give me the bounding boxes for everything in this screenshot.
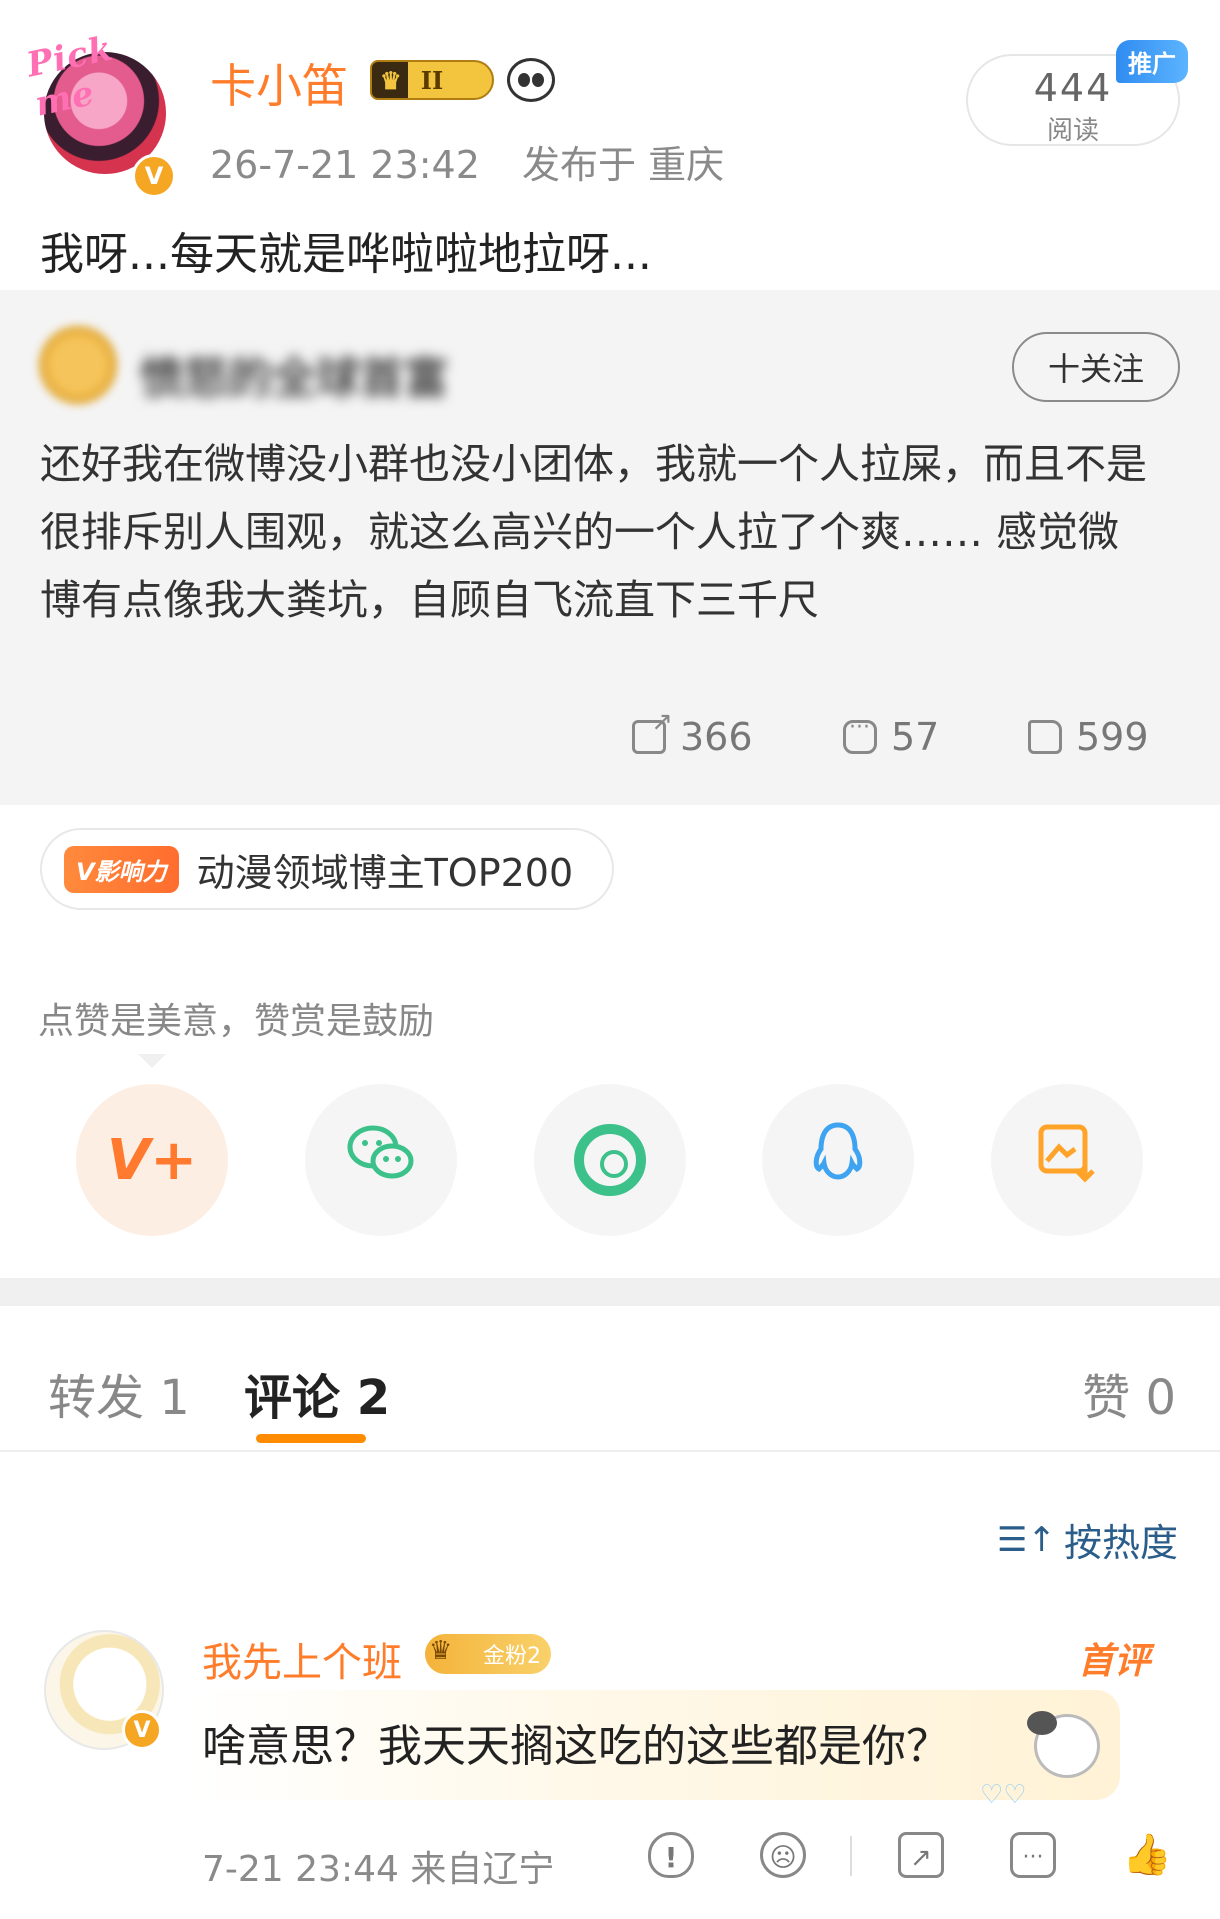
first-comment-tag: 首评 xyxy=(1077,1641,1150,1682)
thumbs-up-icon: 👍 xyxy=(1122,1832,1172,1878)
fan-badge-text: 金粉2 xyxy=(483,1644,541,1669)
dislike-button[interactable]: ☹ xyxy=(760,1832,806,1878)
panda-icon xyxy=(507,58,555,102)
promote-badge[interactable]: 推广 xyxy=(1116,40,1188,83)
wechat-icon xyxy=(346,1123,416,1197)
crown-icon: ♛ xyxy=(380,66,402,95)
quoted-post[interactable]: 愤怒的全球首富 十关注 还好我在微博没小群也没小团体，我就一个人拉屎，而且不是很… xyxy=(0,290,1220,805)
quoted-like-count: 599 xyxy=(1076,715,1149,759)
tab-comments[interactable]: 评论 2 xyxy=(244,1358,390,1428)
read-count-box[interactable]: 444 阅读 推广 xyxy=(966,40,1188,146)
v-influence-badge: V影响力 xyxy=(64,845,179,893)
post-header: Pick me V 卡小笛 ♛ II 26-7-21 23:42 发布于 重庆 … xyxy=(0,0,1220,290)
share-wechat-button[interactable] xyxy=(305,1084,457,1236)
share-moments-button[interactable] xyxy=(534,1084,686,1236)
influence-chip[interactable]: V影响力 动漫领域博主TOP200 xyxy=(40,828,614,910)
active-tab-indicator xyxy=(256,1434,366,1443)
comment-meta: 7-21 23:44 来自辽宁 xyxy=(202,1849,555,1890)
share-icon: ↗ xyxy=(910,1843,932,1873)
detail-tabs: 转发 1 评论 2 赞 0 xyxy=(0,1306,1220,1452)
quoted-comment-count: 57 xyxy=(891,715,940,759)
comment-icon: ··· xyxy=(1022,1845,1044,1870)
comment-like-button[interactable]: 👍 xyxy=(1122,1832,1172,1878)
fan-badge-icon: ♛ xyxy=(429,1636,453,1666)
author-avatar[interactable]: Pick me V xyxy=(23,28,180,198)
gold-fan-badge[interactable]: ♛ 金粉2 xyxy=(425,1634,551,1674)
bubble-sticker: ♡♡ xyxy=(980,1711,1100,1810)
comment-reply-button[interactable]: ··· xyxy=(1010,1832,1056,1878)
quoted-share-button[interactable]: 366 xyxy=(632,707,753,759)
quoted-post-text: 还好我在微博没小群也没小团体，我就一个人拉屎，而且不是很排斥别人围观，就这么高兴… xyxy=(40,440,1147,624)
quoted-like-button[interactable]: 599 xyxy=(1028,715,1149,759)
influence-text: 动漫领域博主TOP200 xyxy=(196,850,574,895)
post-timestamp: 26-7-21 23:42 xyxy=(210,143,480,187)
save-image-button[interactable] xyxy=(991,1084,1143,1236)
share-qq-button[interactable] xyxy=(762,1084,914,1236)
comment-icon xyxy=(843,715,877,754)
tab-likes[interactable]: 赞 0 xyxy=(1082,1358,1176,1428)
member-level-badge[interactable]: ♛ II xyxy=(370,60,494,100)
thumbs-up-icon xyxy=(1028,720,1062,754)
action-separator xyxy=(850,1836,852,1876)
quoted-comment-button[interactable]: 57 xyxy=(843,715,939,759)
reward-button[interactable]: V+ xyxy=(76,1084,228,1236)
quoted-author-avatar[interactable] xyxy=(38,325,118,405)
sort-label: 按热度 xyxy=(1063,1521,1178,1565)
sort-icon: ☰↑ xyxy=(997,1519,1056,1560)
comment-share-button[interactable]: ↗ xyxy=(898,1832,944,1878)
quoted-action-bar: 366 57 599 xyxy=(0,707,1220,775)
quoted-share-count: 366 xyxy=(680,715,753,759)
hint-caret xyxy=(138,1054,166,1068)
dog-sticker-icon xyxy=(1027,1711,1100,1778)
share-icon xyxy=(632,707,673,754)
report-button[interactable]: ! xyxy=(648,1832,694,1878)
author-name[interactable]: 卡小笛 xyxy=(210,50,348,116)
sad-face-icon: ☹ xyxy=(769,1843,797,1873)
post-text: 我呀...每天就是哗啦啦地拉呀... xyxy=(40,229,652,280)
commenter-verified-icon: V xyxy=(122,1710,162,1750)
read-label: 阅读 xyxy=(1046,116,1099,146)
verified-badge-icon: V xyxy=(132,154,176,198)
moments-icon xyxy=(574,1124,646,1196)
sort-by-hot-button[interactable]: ☰↑ 按热度 xyxy=(997,1512,1178,1567)
exclamation-icon: ! xyxy=(664,1841,678,1874)
comment-text[interactable]: 啥意思？我天天搁这吃的这些都是你？ xyxy=(202,1710,950,1774)
commenter-name[interactable]: 我先上个班 xyxy=(202,1630,402,1688)
follow-button[interactable]: 十关注 xyxy=(1012,332,1180,402)
reward-icon: V+ xyxy=(106,1127,198,1193)
section-divider xyxy=(0,1278,1220,1306)
reward-hint: 点赞是美意，赞赏是鼓励 xyxy=(38,1001,435,1042)
tab-forwards[interactable]: 转发 1 xyxy=(48,1358,190,1428)
save-image-icon xyxy=(1035,1121,1099,1199)
qq-icon xyxy=(811,1121,865,1199)
quoted-author-name[interactable]: 愤怒的全球首富 xyxy=(140,342,448,406)
hearts-icon: ♡♡ xyxy=(980,1780,1027,1810)
post-location: 发布于 重庆 xyxy=(522,143,725,187)
level-text: II xyxy=(420,65,444,95)
post-meta: 26-7-21 23:42 发布于 重庆 xyxy=(210,134,724,189)
